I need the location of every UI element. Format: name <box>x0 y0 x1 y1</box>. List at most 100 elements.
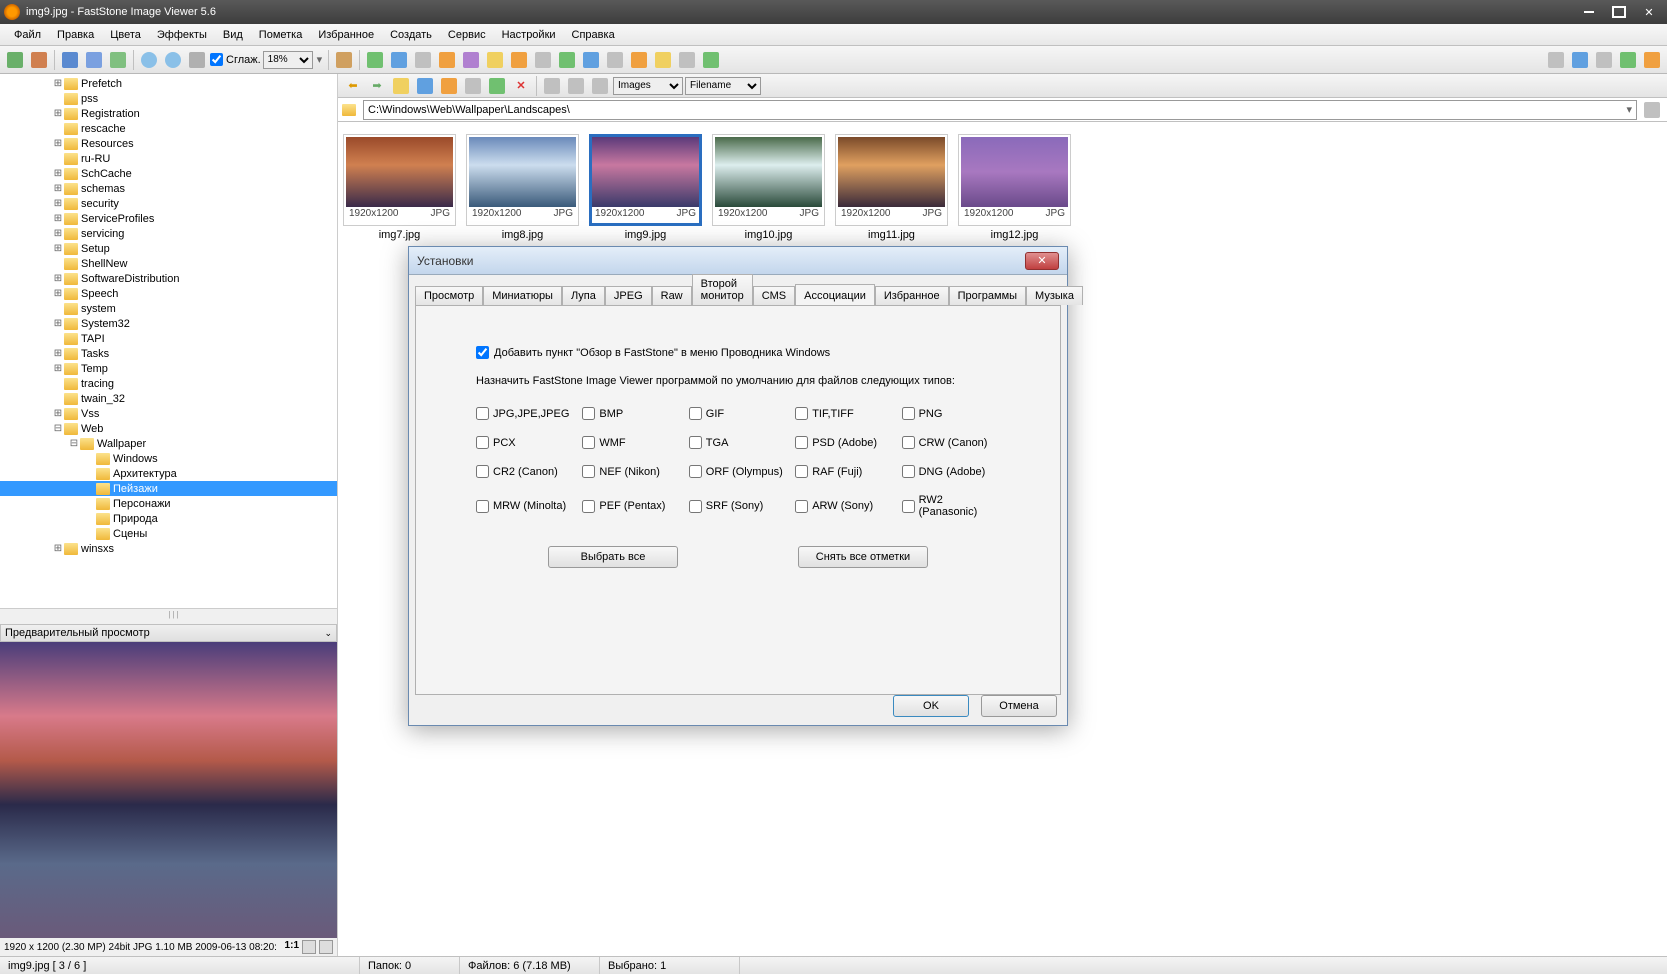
tool-button[interactable] <box>484 49 506 71</box>
tree-expander-icon[interactable] <box>52 228 64 239</box>
tree-expander-icon[interactable] <box>68 438 80 449</box>
tree-node[interactable]: SchCache <box>0 166 337 181</box>
cancel-button[interactable]: Отмена <box>981 695 1057 717</box>
tool-button[interactable] <box>436 49 458 71</box>
tree-node[interactable]: security <box>0 196 337 211</box>
tree-expander-icon[interactable] <box>52 138 64 149</box>
menu-правка[interactable]: Правка <box>49 27 102 43</box>
tree-expander-icon[interactable] <box>52 183 64 194</box>
format-checkbox[interactable]: JPG,JPE,JPEG <box>476 407 574 420</box>
view-mode-button[interactable] <box>1545 49 1567 71</box>
tree-node[interactable]: Сцены <box>0 526 337 541</box>
format-checkbox[interactable]: TIF,TIFF <box>795 407 893 420</box>
tree-node[interactable]: System32 <box>0 316 337 331</box>
tree-node[interactable]: Vss <box>0 406 337 421</box>
tree-node[interactable]: Архитектура <box>0 466 337 481</box>
tool-button[interactable] <box>580 49 602 71</box>
tree-node[interactable]: pss <box>0 91 337 106</box>
select-all-button[interactable]: Выбрать все <box>548 546 678 568</box>
refresh-button[interactable] <box>486 75 508 97</box>
tab-8[interactable]: Избранное <box>875 286 949 305</box>
tree-node[interactable]: Prefetch <box>0 76 337 91</box>
tree-expander-icon[interactable] <box>52 348 64 359</box>
smooth-checkbox[interactable]: Сглаж. <box>210 53 261 66</box>
tree-scrollbar[interactable] <box>0 608 337 624</box>
view-mode-button[interactable] <box>1569 49 1591 71</box>
view-thumbs-button[interactable] <box>541 75 563 97</box>
tree-node[interactable]: Персонажи <box>0 496 337 511</box>
tool-button[interactable] <box>388 49 410 71</box>
view-mode-button[interactable] <box>1593 49 1615 71</box>
tool-button[interactable] <box>700 49 722 71</box>
format-checkbox[interactable]: ARW (Sony) <box>795 494 893 518</box>
filter-select[interactable]: Images <box>613 77 683 95</box>
tree-node[interactable]: Пейзажи <box>0 481 337 496</box>
up-button[interactable] <box>390 75 412 97</box>
tree-expander-icon[interactable] <box>52 363 64 374</box>
tree-expander-icon[interactable] <box>52 213 64 224</box>
format-checkbox[interactable]: RAF (Fuji) <box>795 465 893 478</box>
preview-tool-icon[interactable] <box>302 940 316 954</box>
format-checkbox[interactable]: NEF (Nikon) <box>582 465 680 478</box>
tree-expander-icon[interactable] <box>52 243 64 254</box>
tree-expander-icon[interactable] <box>52 408 64 419</box>
menu-пометка[interactable]: Пометка <box>251 27 311 43</box>
format-checkbox[interactable]: PEF (Pentax) <box>582 494 680 518</box>
zoom-dropdown-icon[interactable]: ▾ <box>317 53 323 66</box>
dialog-close-button[interactable]: ✕ <box>1025 252 1059 270</box>
favorite-button[interactable] <box>438 75 460 97</box>
tab-5[interactable]: Второй монитор <box>692 274 753 305</box>
view-mode-button[interactable] <box>1617 49 1639 71</box>
tree-node[interactable]: SoftwareDistribution <box>0 271 337 286</box>
thumbnail[interactable]: 1920x1200JPGimg11.jpg <box>834 134 949 241</box>
menu-файл[interactable]: Файл <box>6 27 49 43</box>
tree-expander-icon[interactable] <box>52 543 64 554</box>
format-checkbox[interactable]: CR2 (Canon) <box>476 465 574 478</box>
close-button[interactable] <box>1635 3 1663 21</box>
preview-image[interactable] <box>0 642 337 938</box>
tree-node[interactable]: servicing <box>0 226 337 241</box>
home-button[interactable] <box>414 75 436 97</box>
tree-node[interactable]: Temp <box>0 361 337 376</box>
tool-button[interactable] <box>628 49 650 71</box>
tab-10[interactable]: Музыка <box>1026 286 1083 305</box>
tree-node[interactable]: rescache <box>0 121 337 136</box>
menu-настройки[interactable]: Настройки <box>494 27 564 43</box>
tab-9[interactable]: Программы <box>949 286 1026 305</box>
trash-button[interactable] <box>1641 99 1663 121</box>
tree-node[interactable]: Setup <box>0 241 337 256</box>
minimize-button[interactable] <box>1575 3 1603 21</box>
chevron-down-icon[interactable]: ⌄ <box>324 628 332 639</box>
tree-expander-icon[interactable] <box>52 273 64 284</box>
tab-1[interactable]: Миниатюры <box>483 286 562 305</box>
maximize-button[interactable] <box>1605 3 1633 21</box>
tree-expander-icon[interactable] <box>52 423 64 434</box>
rotate-button[interactable] <box>333 49 355 71</box>
tab-6[interactable]: CMS <box>753 286 795 305</box>
tree-node[interactable]: ShellNew <box>0 256 337 271</box>
tree-node[interactable]: ru-RU <box>0 151 337 166</box>
tree-node[interactable]: schemas <box>0 181 337 196</box>
format-checkbox[interactable]: GIF <box>689 407 787 420</box>
view-mode-button[interactable] <box>1641 49 1663 71</box>
format-checkbox[interactable]: MRW (Minolta) <box>476 494 574 518</box>
tool-button[interactable] <box>460 49 482 71</box>
tree-expander-icon[interactable] <box>52 168 64 179</box>
format-checkbox[interactable]: DNG (Adobe) <box>902 465 1000 478</box>
context-menu-checkbox[interactable]: Добавить пункт "Обзор в FastStone" в мен… <box>476 346 1000 359</box>
copy-button[interactable] <box>4 49 26 71</box>
tool-button[interactable] <box>412 49 434 71</box>
reload-button[interactable] <box>107 49 129 71</box>
tree-expander-icon[interactable] <box>52 318 64 329</box>
thumbnail[interactable]: 1920x1200JPGimg8.jpg <box>465 134 580 241</box>
dialog-titlebar[interactable]: Установки ✕ <box>409 247 1067 275</box>
saveas-button[interactable] <box>83 49 105 71</box>
move-button[interactable] <box>28 49 50 71</box>
save-button[interactable] <box>59 49 81 71</box>
format-checkbox[interactable]: CRW (Canon) <box>902 436 1000 449</box>
tree-node[interactable]: tracing <box>0 376 337 391</box>
tree-node[interactable]: Wallpaper <box>0 436 337 451</box>
address-bar[interactable]: C:\Windows\Web\Wallpaper\Landscapes\ <box>363 100 1637 120</box>
tree-node[interactable]: twain_32 <box>0 391 337 406</box>
tool-button[interactable] <box>652 49 674 71</box>
